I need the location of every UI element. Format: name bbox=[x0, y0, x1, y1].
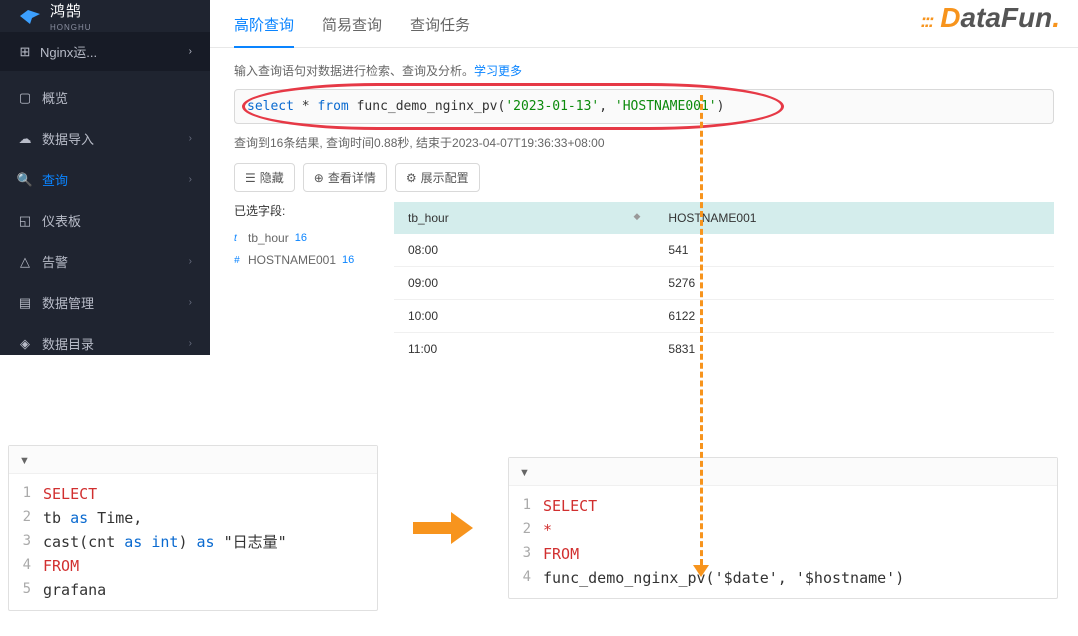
flow-arrow-down bbox=[700, 95, 702, 565]
code-head-left[interactable]: ▼ bbox=[9, 446, 377, 474]
content-row: 已选字段: ttb_hour 16#HOSTNAME001 16 tb_hour… bbox=[210, 202, 1078, 355]
sidebar-item-import[interactable]: ☁数据导入› bbox=[0, 118, 210, 159]
chevron-down-icon: ▼ bbox=[519, 467, 530, 479]
sidebar-item-overview[interactable]: ▢概览 bbox=[0, 77, 210, 118]
chevron-right-icon: › bbox=[189, 174, 192, 185]
data-manage-icon: ▤ bbox=[18, 296, 32, 310]
chevron-right-icon: › bbox=[189, 338, 192, 349]
sidebar-item-dashboard[interactable]: ◱仪表板 bbox=[0, 200, 210, 241]
fields-panel: 已选字段: ttb_hour 16#HOSTNAME001 16 bbox=[234, 202, 394, 355]
code-line: 1SELECT bbox=[9, 482, 377, 506]
field-item[interactable]: #HOSTNAME001 16 bbox=[234, 249, 382, 271]
list-icon: ☰ bbox=[245, 171, 256, 185]
zoom-icon: ⊕ bbox=[314, 171, 324, 185]
import-icon: ☁ bbox=[18, 132, 32, 146]
nav-list: ▢概览☁数据导入›🔍查询›◱仪表板△告警›▤数据管理›◈数据目录› bbox=[0, 71, 210, 355]
display-button[interactable]: ⚙展示配置 bbox=[395, 163, 480, 192]
logo-bird-icon bbox=[18, 4, 42, 28]
column-header[interactable]: HOSTNAME001 bbox=[654, 202, 1054, 234]
code-line: 3cast(cnt as int) as "日志量" bbox=[9, 530, 377, 554]
grid-icon: ⊞ bbox=[18, 45, 32, 59]
hide-button[interactable]: ☰隐藏 bbox=[234, 163, 295, 192]
code-head-right[interactable]: ▼ bbox=[509, 458, 1057, 486]
gear-icon: ⚙ bbox=[406, 171, 417, 185]
app-window: 鸿鹄 HONGHU ⊞ Nginx运... › ▢概览☁数据导入›🔍查询›◱仪表… bbox=[0, 0, 1078, 355]
query-input[interactable]: select * from func_demo_nginx_pv('2023-0… bbox=[234, 89, 1054, 124]
sidebar-item-data-manage[interactable]: ▤数据管理› bbox=[0, 282, 210, 323]
sidebar-item-catalog[interactable]: ◈数据目录› bbox=[0, 323, 210, 355]
datafun-watermark: ::: DataFun. bbox=[920, 2, 1060, 34]
overview-icon: ▢ bbox=[18, 91, 32, 105]
main-panel: ::: DataFun. 高阶查询简易查询查询任务 输入查询语句对数据进行检索、… bbox=[210, 0, 1078, 355]
fields-title: 已选字段: bbox=[234, 202, 382, 219]
dashboard-icon: ◱ bbox=[18, 214, 32, 228]
alert-icon: △ bbox=[18, 255, 32, 269]
code-box-left: ▼ 1SELECT2tb as Time,3cast(cnt as int) a… bbox=[8, 445, 378, 611]
detail-button[interactable]: ⊕查看详情 bbox=[303, 163, 387, 192]
field-item[interactable]: ttb_hour 16 bbox=[234, 227, 382, 249]
project-selector[interactable]: ⊞ Nginx运... › bbox=[0, 32, 210, 71]
brand-name: 鸿鹄 bbox=[50, 0, 92, 21]
query-status: 查询到16条结果, 查询时间0.88秒, 结束于2023-04-07T19:36… bbox=[210, 124, 1078, 163]
chevron-right-icon: › bbox=[189, 256, 192, 267]
logo: 鸿鹄 HONGHU bbox=[0, 0, 210, 32]
code-box-right: ▼ 1SELECT2*3FROM4func_demo_nginx_pv('$da… bbox=[508, 457, 1058, 599]
table-row[interactable]: 10:006122 bbox=[394, 300, 1054, 333]
code-line: 3FROM bbox=[509, 542, 1057, 566]
hint-text: 输入查询语句对数据进行检索、查询及分析。学习更多 bbox=[210, 48, 1078, 89]
sort-icon: ◆ bbox=[634, 211, 641, 222]
code-line: 5grafana bbox=[9, 578, 377, 602]
query-input-wrap: select * from func_demo_nginx_pv('2023-0… bbox=[234, 89, 1054, 124]
sidebar-item-search[interactable]: 🔍查询› bbox=[0, 159, 210, 200]
table-row[interactable]: 11:005831 bbox=[394, 333, 1054, 356]
code-comparison: ▼ 1SELECT2tb as Time,3cast(cnt as int) a… bbox=[0, 355, 1078, 631]
chevron-down-icon: ▼ bbox=[19, 455, 30, 467]
column-header[interactable]: tb_hour◆ bbox=[394, 202, 654, 234]
project-label: Nginx运... bbox=[40, 42, 97, 61]
tab[interactable]: 高阶查询 bbox=[234, 14, 294, 47]
action-bar: ☰隐藏 ⊕查看详情 ⚙展示配置 bbox=[210, 163, 1078, 202]
code-line: 4func_demo_nginx_pv('$date', '$hostname'… bbox=[509, 566, 1057, 590]
code-line: 1SELECT bbox=[509, 494, 1057, 518]
sidebar: 鸿鹄 HONGHU ⊞ Nginx运... › ▢概览☁数据导入›🔍查询›◱仪表… bbox=[0, 0, 210, 355]
code-line: 2* bbox=[509, 518, 1057, 542]
chevron-right-icon: › bbox=[189, 46, 192, 57]
brand-sub: HONGHU bbox=[50, 23, 92, 32]
table-row[interactable]: 09:005276 bbox=[394, 267, 1054, 300]
transform-arrow-icon bbox=[408, 512, 478, 544]
results-table: tb_hour◆HOSTNAME001 08:0054109:00527610:… bbox=[394, 202, 1054, 355]
code-line: 2tb as Time, bbox=[9, 506, 377, 530]
tab[interactable]: 简易查询 bbox=[322, 14, 382, 47]
chevron-right-icon: › bbox=[189, 133, 192, 144]
tab[interactable]: 查询任务 bbox=[410, 14, 470, 47]
search-icon: 🔍 bbox=[18, 173, 32, 187]
table-row[interactable]: 08:00541 bbox=[394, 234, 1054, 267]
learn-more-link[interactable]: 学习更多 bbox=[474, 64, 522, 78]
code-line: 4FROM bbox=[9, 554, 377, 578]
sidebar-item-alert[interactable]: △告警› bbox=[0, 241, 210, 282]
catalog-icon: ◈ bbox=[18, 337, 32, 351]
chevron-right-icon: › bbox=[189, 297, 192, 308]
